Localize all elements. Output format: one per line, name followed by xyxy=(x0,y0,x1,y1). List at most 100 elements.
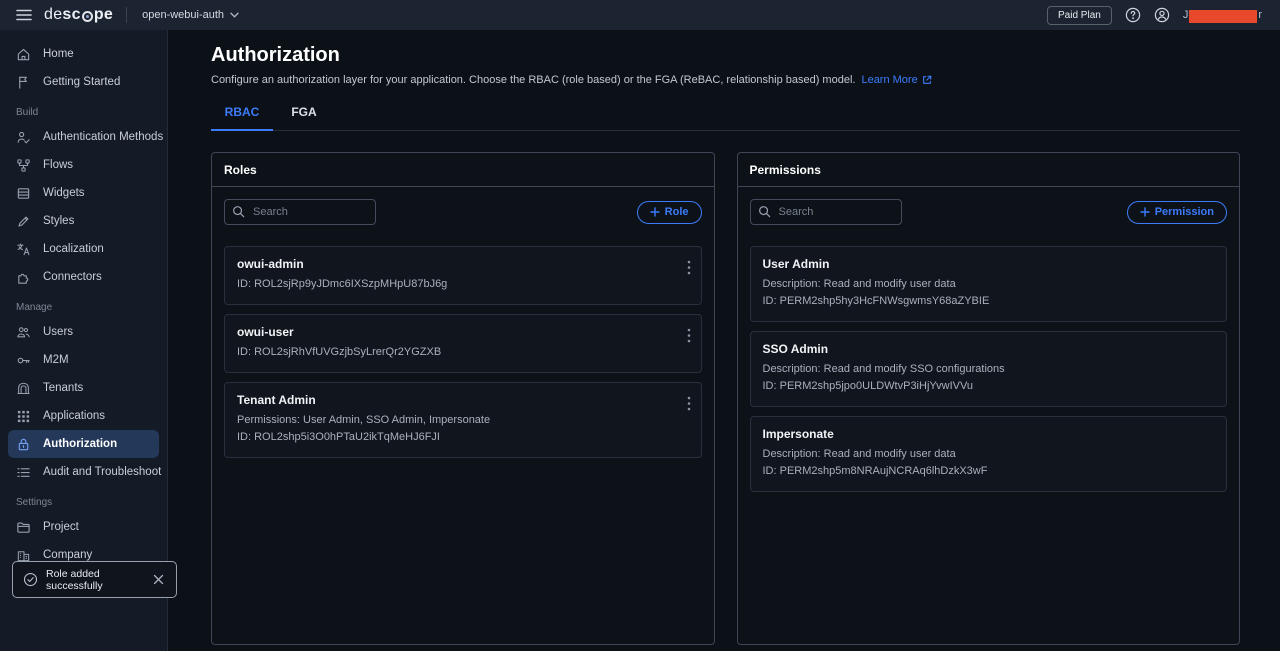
page-title: Authorization xyxy=(211,44,1240,67)
translate-icon xyxy=(16,242,31,257)
sidebar-item-label: Styles xyxy=(43,215,74,227)
main-content: Authorization Configure an authorization… xyxy=(168,30,1280,651)
sidebar-item-connectors[interactable]: Connectors xyxy=(0,263,167,291)
permission-description: Description: Read and modify SSO configu… xyxy=(763,361,1197,378)
check-circle-icon xyxy=(23,572,38,587)
permission-name: User Admin xyxy=(763,257,1197,271)
sidebar-item-label: Tenants xyxy=(43,382,83,394)
kebab-menu-icon[interactable] xyxy=(685,258,693,277)
descope-logo[interactable]: descpe xyxy=(44,6,113,24)
flows-icon xyxy=(16,158,31,173)
role-card[interactable]: owui-user ID: ROL2sjRhVfUVGzjbSyLrerQr2Y… xyxy=(224,314,702,373)
learn-more-link[interactable]: Learn More xyxy=(861,74,931,86)
help-icon[interactable] xyxy=(1125,7,1141,23)
sidebar-item-audit-and-troubleshoot[interactable]: Audit and Troubleshoot xyxy=(0,458,167,486)
sidebar-item-project[interactable]: Project xyxy=(0,513,167,541)
permission-name: SSO Admin xyxy=(763,342,1197,356)
plus-icon xyxy=(650,207,660,217)
sidebar-item-label: M2M xyxy=(43,354,69,366)
permissions-panel: Permissions Permission User Admin D xyxy=(737,152,1241,645)
sidebar-item-tenants[interactable]: Tenants xyxy=(0,374,167,402)
lock-icon xyxy=(16,437,31,452)
add-role-label: Role xyxy=(665,206,689,218)
sidebar-item-applications[interactable]: Applications xyxy=(0,402,167,430)
sidebar-item-flows[interactable]: Flows xyxy=(0,151,167,179)
sidebar-item-m2m[interactable]: M2M xyxy=(0,346,167,374)
sidebar-item-label: Applications xyxy=(43,410,105,422)
user-name[interactable]: J r xyxy=(1183,9,1262,22)
kebab-menu-icon[interactable] xyxy=(685,394,693,413)
sidebar-section-manage: Manage xyxy=(0,291,167,318)
authentication-methods-icon xyxy=(16,130,31,145)
roles-panel-title: Roles xyxy=(212,153,714,187)
permission-name: Impersonate xyxy=(763,427,1197,441)
user-name-prefix: J xyxy=(1183,9,1189,21)
menu-icon[interactable] xyxy=(10,5,38,25)
project-name: open-webui-auth xyxy=(142,9,224,21)
sidebar-item-label: Localization xyxy=(43,243,104,255)
role-id: ID: ROL2shp5i3O0hPTaU2ikTqMeHJ6FJI xyxy=(237,429,671,446)
roles-panel: Roles Role owui-admin ID: ROL2sjRp9 xyxy=(211,152,715,645)
permission-card[interactable]: User Admin Description: Read and modify … xyxy=(750,246,1228,322)
close-icon[interactable] xyxy=(151,572,166,587)
sidebar-item-authentication-methods[interactable]: Authentication Methods xyxy=(0,123,167,151)
sidebar-item-label: Audit and Troubleshoot xyxy=(43,466,161,478)
project-selector[interactable]: open-webui-auth xyxy=(142,9,239,21)
sidebar-item-authorization[interactable]: Authorization xyxy=(8,430,159,458)
topbar: descpe open-webui-auth Paid Plan J r xyxy=(0,0,1280,30)
sidebar-item-label: Project xyxy=(43,521,79,533)
logo-o-icon xyxy=(82,11,93,22)
sidebar-item-label: Flows xyxy=(43,159,73,171)
sidebar-item-localization[interactable]: Localization xyxy=(0,235,167,263)
account-avatar-icon[interactable] xyxy=(1154,7,1170,23)
sidebar-item-label: Widgets xyxy=(43,187,85,199)
sidebar-item-users[interactable]: Users xyxy=(0,318,167,346)
permission-card[interactable]: Impersonate Description: Read and modify… xyxy=(750,416,1228,492)
sidebar-item-getting-started[interactable]: Getting Started xyxy=(0,68,167,96)
roles-search-input[interactable] xyxy=(224,199,376,225)
add-role-button[interactable]: Role xyxy=(637,201,702,224)
logo-text: sc xyxy=(62,6,80,24)
permissions-panel-title: Permissions xyxy=(738,153,1240,187)
tab-fga[interactable]: FGA xyxy=(273,105,335,130)
roles-list: owui-admin ID: ROL2sjRp9yJDmc6IXSzpMHpU8… xyxy=(224,246,702,458)
user-name-suffix: r xyxy=(1258,9,1262,21)
sidebar: Home Getting Started Build Authenticatio… xyxy=(0,30,168,651)
paid-plan-button[interactable]: Paid Plan xyxy=(1047,6,1112,25)
sidebar-item-styles[interactable]: Styles xyxy=(0,207,167,235)
add-permission-button[interactable]: Permission xyxy=(1127,201,1227,224)
sidebar-item-label: Authorization xyxy=(43,438,117,450)
permissions-search-box xyxy=(750,199,902,225)
topbar-divider xyxy=(126,7,127,23)
role-card[interactable]: Tenant Admin Permissions: User Admin, SS… xyxy=(224,382,702,458)
permission-id: ID: PERM2shp5jpo0ULDWtvP3iHjYvwIVVu xyxy=(763,378,1197,395)
role-permissions: Permissions: User Admin, SSO Admin, Impe… xyxy=(237,412,671,429)
sidebar-item-widgets[interactable]: Widgets xyxy=(0,179,167,207)
permission-description: Description: Read and modify user data xyxy=(763,276,1197,293)
topbar-right: Paid Plan J r xyxy=(1047,6,1280,25)
logo-text: de xyxy=(44,6,62,24)
permission-card[interactable]: SSO Admin Description: Read and modify S… xyxy=(750,331,1228,407)
role-card[interactable]: owui-admin ID: ROL2sjRp9yJDmc6IXSzpMHpU8… xyxy=(224,246,702,305)
kebab-menu-icon[interactable] xyxy=(685,326,693,345)
page-description-text: Configure an authorization layer for you… xyxy=(211,74,855,86)
users-icon xyxy=(16,325,31,340)
user-name-redaction xyxy=(1189,10,1257,23)
page-description: Configure an authorization layer for you… xyxy=(211,74,1240,86)
sidebar-item-label: Company xyxy=(43,549,92,561)
home-icon xyxy=(16,47,31,62)
audit-list-icon xyxy=(16,465,31,480)
role-id: ID: ROL2sjRhVfUVGzjbSyLrerQr2YGZXB xyxy=(237,344,671,361)
logo-text: pe xyxy=(94,6,113,24)
sidebar-item-label: Connectors xyxy=(43,271,102,283)
permissions-search-input[interactable] xyxy=(750,199,902,225)
role-name: owui-user xyxy=(237,325,671,339)
sidebar-item-home[interactable]: Home xyxy=(0,40,167,68)
permissions-panel-body: Permission User Admin Description: Read … xyxy=(738,187,1240,504)
sidebar-item-label: Getting Started xyxy=(43,76,120,88)
flag-icon xyxy=(16,75,31,90)
sidebar-item-label: Authentication Methods xyxy=(43,131,163,143)
key-icon xyxy=(16,353,31,368)
permission-description: Description: Read and modify user data xyxy=(763,446,1197,463)
tab-rbac[interactable]: RBAC xyxy=(211,105,273,131)
